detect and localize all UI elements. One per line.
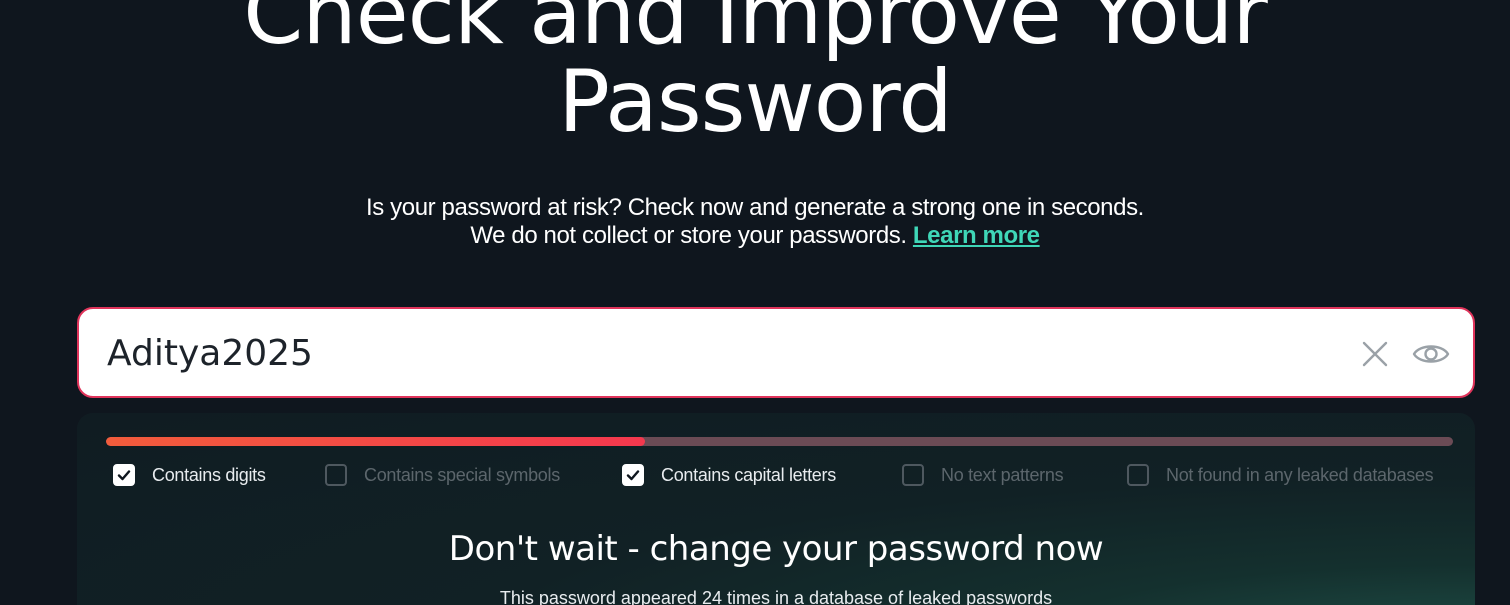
criterion-leaked-databases: Not found in any leaked databases [1127,461,1434,489]
checkmark-icon [626,470,640,481]
password-checker-page: Check and Improve Your Password Is your … [0,0,1510,605]
strength-meter-fill [106,437,645,446]
criteria-list: Contains digits Contains special symbols… [77,461,1475,489]
result-title: Don't wait - change your password now [448,529,1104,569]
criterion-text-patterns: No text patterns [902,461,1064,489]
unchecked-checkbox [1127,464,1149,486]
page-title-line-2: Password [558,52,953,152]
criterion-label: Contains digits [152,464,266,485]
criterion-label: No text patterns [941,464,1064,485]
password-field [77,307,1475,398]
privacy-note: We do not collect or store your password… [470,222,907,249]
clear-password-button[interactable] [1357,336,1393,372]
criterion-label: Not found in any leaked databases [1166,464,1434,485]
checkmark-icon [117,470,131,481]
page-title-line-1: Check and Improve Your [243,0,1268,64]
checked-checkbox [113,464,135,486]
toggle-visibility-button[interactable] [1412,336,1450,372]
subtitle-line-2: We do not collect or store your password… [0,222,1510,250]
criterion-label: Contains special symbols [364,464,560,485]
unchecked-checkbox [902,464,924,486]
close-icon [1362,341,1388,367]
checked-checkbox [622,464,644,486]
unchecked-checkbox [325,464,347,486]
subtitle-line-1: Is your password at risk? Check now and … [366,194,1144,221]
page-subtitle: Is your password at risk? Check now and … [0,194,1510,250]
result-description: This password appeared 24 times in a dat… [499,588,1053,605]
eye-icon [1412,345,1450,363]
criterion-digits: Contains digits [113,461,266,489]
page-title: Check and Improve Your Password [0,0,1510,146]
criterion-capital-letters: Contains capital letters [622,461,836,489]
criterion-label: Contains capital letters [661,464,836,485]
learn-more-link[interactable]: Learn more [913,222,1040,249]
password-input[interactable] [107,323,1307,383]
criterion-special-symbols: Contains special symbols [325,461,560,489]
strength-meter [106,437,1453,446]
results-panel: Contains digits Contains special symbols… [77,413,1475,605]
